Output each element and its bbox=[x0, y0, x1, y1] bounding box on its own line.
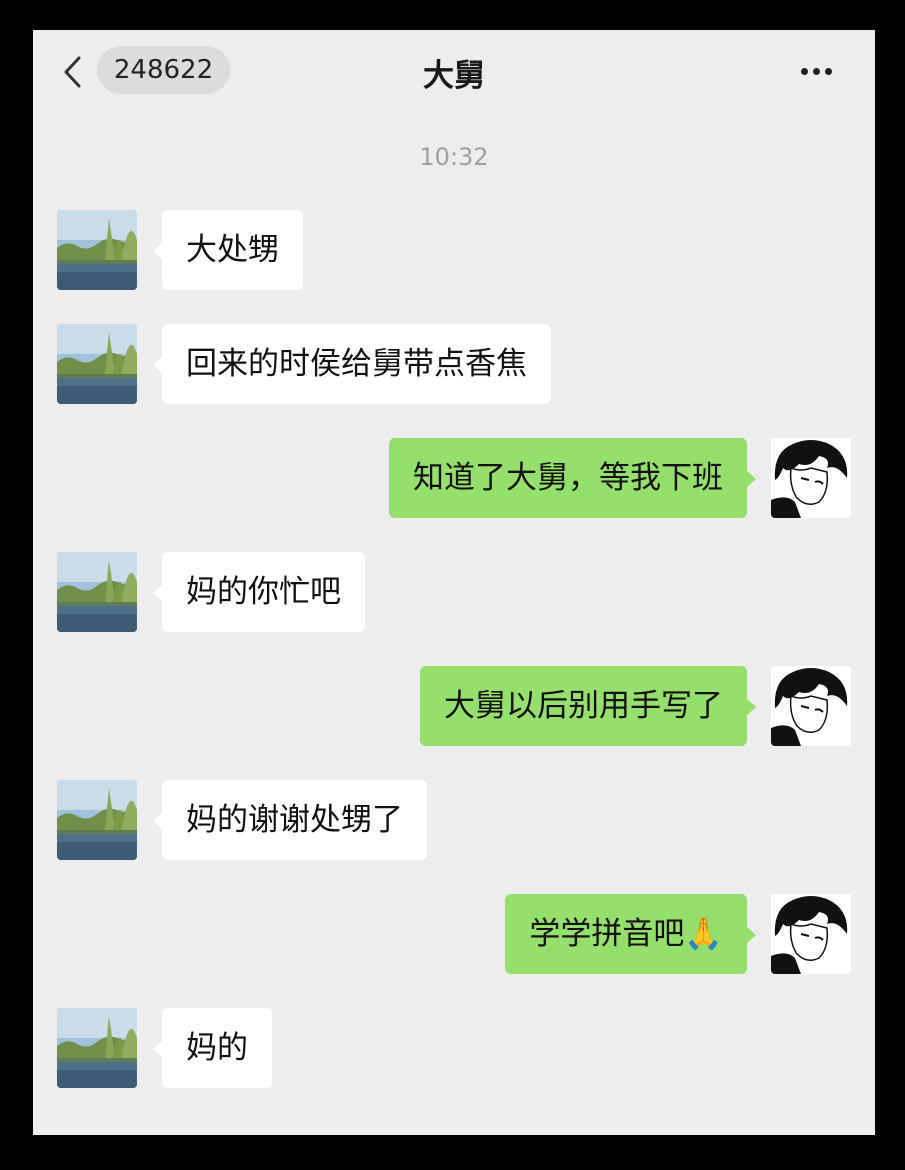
chevron-left-icon bbox=[64, 56, 81, 88]
avatar[interactable] bbox=[57, 210, 137, 290]
message-bubble[interactable]: 学学拼音吧🙏 bbox=[505, 894, 756, 974]
landscape-avatar-image bbox=[57, 552, 137, 632]
landscape-avatar-image bbox=[57, 324, 137, 404]
message-bubble[interactable]: 妈的 bbox=[153, 1008, 272, 1088]
avatar[interactable] bbox=[57, 1008, 137, 1088]
avatar[interactable] bbox=[57, 552, 137, 632]
avatar[interactable] bbox=[771, 894, 851, 974]
landscape-avatar-image bbox=[57, 780, 137, 860]
message-bubble[interactable]: 知道了大舅，等我下班 bbox=[389, 438, 756, 518]
message-bubble[interactable]: 大处甥 bbox=[153, 210, 303, 290]
avatar[interactable] bbox=[771, 666, 851, 746]
anime-avatar-image bbox=[771, 894, 851, 974]
chat-header: 248622 大舅 bbox=[33, 30, 875, 114]
avatar[interactable] bbox=[57, 324, 137, 404]
anime-avatar-image bbox=[771, 666, 851, 746]
chat-screen: 248622 大舅 10:32 大处甥 回来的时侯给舅带点香焦 知道了大舅，等我… bbox=[33, 30, 875, 1135]
message-bubble[interactable]: 大舅以后别用手写了 bbox=[420, 666, 756, 746]
landscape-avatar-image bbox=[57, 210, 137, 290]
more-dots-icon bbox=[801, 68, 808, 75]
message-bubble[interactable]: 妈的谢谢处甥了 bbox=[153, 780, 427, 860]
avatar[interactable] bbox=[57, 780, 137, 860]
landscape-avatar-image bbox=[57, 1008, 137, 1088]
back-button[interactable] bbox=[61, 52, 91, 92]
message-timestamp: 10:32 bbox=[419, 143, 489, 171]
anime-avatar-image bbox=[771, 438, 851, 518]
message-bubble[interactable]: 回来的时侯给舅带点香焦 bbox=[153, 324, 551, 404]
avatar[interactable] bbox=[771, 438, 851, 518]
message-bubble[interactable]: 妈的你忙吧 bbox=[153, 552, 365, 632]
more-button[interactable] bbox=[801, 60, 841, 80]
unread-count-badge[interactable]: 248622 bbox=[97, 46, 230, 94]
